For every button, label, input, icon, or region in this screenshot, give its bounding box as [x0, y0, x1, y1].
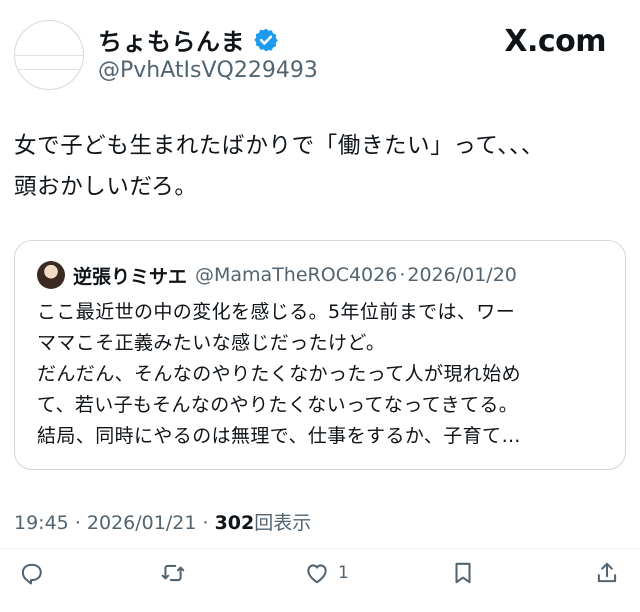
quoted-tweet-text: ここ最近世の中の変化を感じる。5年位前までは、ワー ママこそ正義みたいな感じだっ…	[37, 297, 612, 452]
quoted-author-handle: @MamaTheROC4026	[195, 264, 398, 286]
share-button[interactable]	[594, 556, 620, 590]
tweet-meta: 19:45 · 2026/01/21 · 302回表示	[14, 508, 311, 535]
tweet-date[interactable]: 2026/01/21	[87, 512, 197, 534]
reply-icon	[21, 563, 42, 585]
like-count: 1	[338, 563, 349, 583]
retweet-icon	[161, 564, 185, 582]
quoted-tweet-card[interactable]: 逆張りミサエ @MamaTheROC4026 · 2026/01/20 ここ最近…	[14, 240, 626, 470]
bookmark-button[interactable]	[450, 556, 476, 590]
like-button[interactable]: 1	[304, 556, 349, 590]
author-avatar[interactable]	[14, 20, 84, 90]
quoted-author-name: 逆張りミサエ	[73, 265, 188, 288]
quoted-tweet-header: 逆張りミサエ @MamaTheROC4026 · 2026/01/20	[37, 261, 517, 289]
author-handle[interactable]: @PvhAtIsVQ229493	[98, 58, 318, 83]
divider	[0, 548, 640, 549]
author-name-row: ちょもらんま	[98, 22, 279, 57]
meta-separator: ·	[74, 512, 81, 534]
reply-button[interactable]	[18, 556, 44, 590]
x-logo: X.com	[504, 24, 606, 59]
quoted-text-line: ここ最近世の中の変化を感じる。5年位前までは、ワー	[37, 301, 516, 323]
bookmark-icon	[455, 562, 471, 584]
quoted-author-avatar	[37, 261, 65, 289]
view-count-label: 回表示	[254, 512, 312, 534]
avatar-stripe	[15, 69, 83, 70]
quoted-text-line: だんだん、そんなのやりたくなかったって人が現れ始め	[37, 363, 522, 385]
retweet-button[interactable]	[160, 556, 186, 590]
quoted-text-line: 結局、同時にやるのは無理で、仕事をするか、子育て…	[37, 425, 521, 447]
meta-separator: ·	[202, 512, 209, 534]
tweet-text: 女で子ども生まれたばかりで「働きたい」って、、、 頭おかしいだろ。	[14, 133, 545, 200]
like-icon	[307, 564, 327, 584]
verified-badge-icon[interactable]	[253, 27, 279, 53]
quoted-separator: ·	[399, 264, 406, 286]
action-bar: 1	[0, 556, 640, 596]
view-count: 302	[214, 512, 255, 534]
quoted-text-line: て、若い子もそんなのやりたくないってなってきてる。	[37, 394, 519, 416]
author-display-name[interactable]: ちょもらんま	[98, 22, 245, 57]
avatar-stripe	[15, 55, 83, 56]
tweet-time[interactable]: 19:45	[14, 512, 69, 534]
quoted-text-line: ママこそ正義みたいな感じだったけど。	[37, 332, 386, 354]
quoted-date: 2026/01/20	[407, 264, 517, 286]
share-icon	[597, 562, 617, 583]
